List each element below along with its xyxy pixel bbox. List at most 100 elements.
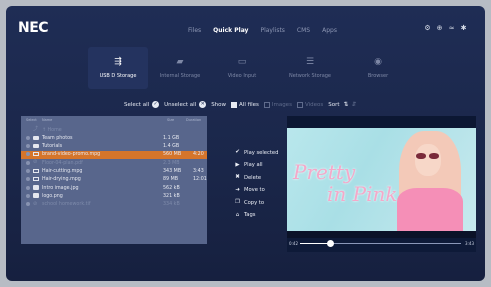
- sort-label: Sort: [328, 101, 340, 108]
- source-label: Internal Storage: [159, 73, 201, 79]
- unselect-all-label: Unselect all: [164, 101, 197, 108]
- globe-icon[interactable]: ⊕: [436, 25, 443, 32]
- file-size: 2.3 MB: [163, 160, 180, 166]
- column-select: Select: [26, 118, 37, 122]
- action-label: Delete: [244, 174, 262, 181]
- row-select-radio: [26, 160, 30, 165]
- sort-size-icon[interactable]: ⇵: [352, 101, 357, 108]
- row-select-radio[interactable]: [26, 185, 30, 190]
- scrubber-fill: [300, 242, 331, 244]
- folder-icon: ▰: [176, 57, 184, 67]
- media-preview: Pretty in Pink 0:42 3:43: [287, 116, 476, 252]
- scrubber-handle[interactable]: [327, 239, 335, 247]
- filter-images[interactable]: Images: [263, 101, 292, 108]
- row-select-radio[interactable]: [26, 152, 30, 157]
- browser-icon: ◉: [374, 57, 382, 67]
- file-size: 321 kB: [163, 193, 180, 199]
- delete-icon: ✖: [235, 174, 240, 180]
- file-row: ⊘ Floor-04-plan.pdf 2.3 MB: [21, 159, 207, 167]
- file-name: Tutorials: [42, 144, 63, 150]
- source-video-input[interactable]: ▭ Video Input: [212, 47, 272, 89]
- row-select-radio[interactable]: [26, 177, 30, 182]
- system-icons: ⚙ ⊕ ≈ ✱: [424, 25, 467, 32]
- filter-videos[interactable]: Videos: [296, 101, 323, 108]
- file-row[interactable]: Tutorials 1.4 GB: [21, 143, 207, 151]
- file-duration: 12:01: [193, 177, 207, 183]
- file-table-header: Select Name Size Duration: [21, 116, 207, 124]
- show-label: Show: [211, 102, 226, 108]
- tab-apps[interactable]: Apps: [316, 26, 343, 35]
- file-row[interactable]: brand-video-promo.mpg 560 MB 4:20: [21, 150, 207, 159]
- file-row[interactable]: logo.png 321 kB: [21, 192, 207, 200]
- images-label: Images: [271, 101, 292, 108]
- file-row[interactable]: Team photos 1.1 GB: [21, 134, 207, 142]
- check-circle-icon: ✔: [235, 149, 240, 155]
- play-icon: ▶: [235, 161, 240, 168]
- column-duration: Duration: [186, 118, 202, 122]
- source-label: USB D Storage: [99, 73, 137, 79]
- file-size: 560 MB: [163, 152, 182, 158]
- file-row: ⊘ school homework.tif 334 kB: [21, 201, 207, 209]
- playback-scrubber: 0:42 3:43: [287, 238, 476, 252]
- up-folder-icon: ⤴: [33, 126, 39, 132]
- file-name: school homework.tif: [42, 202, 91, 208]
- tab-playlists[interactable]: Playlists: [254, 26, 290, 35]
- file-size: 562 kB: [163, 185, 180, 191]
- file-name: Team photos: [42, 135, 73, 141]
- row-select-radio[interactable]: [26, 144, 30, 149]
- sort-control[interactable]: Sort ⇅ ⇵: [328, 101, 356, 108]
- select-all-button[interactable]: Select all ✓: [124, 101, 160, 108]
- file-name: Hair-drying.mpg: [42, 177, 81, 183]
- wifi-icon[interactable]: ≈: [448, 25, 455, 32]
- model-face: [415, 144, 441, 176]
- file-row[interactable]: Hair-drying.mpg 89 MB 12:01: [21, 176, 207, 184]
- action-label: Tags: [244, 212, 256, 218]
- move-icon: ➜: [235, 186, 240, 193]
- scrubber-track[interactable]: [300, 239, 461, 247]
- monitor-icon: ▭: [237, 57, 247, 67]
- total-time: 3:43: [465, 241, 474, 246]
- action-label: Play selected: [244, 149, 279, 156]
- folder-icon: [33, 135, 40, 140]
- preview-thumbnail[interactable]: Pretty in Pink: [287, 128, 476, 231]
- sort-az-icon[interactable]: ⇅: [344, 101, 349, 108]
- app-screen: NEC Files Quick Play Playlists CMS Apps …: [6, 6, 485, 281]
- source-network-storage[interactable]: ☰ Network Storage: [274, 47, 346, 89]
- all-files-label: All files: [239, 101, 259, 108]
- close-icon: ✕: [199, 101, 207, 108]
- file-name: logo.png: [42, 193, 63, 199]
- unselect-all-button[interactable]: Unselect all ✕: [164, 101, 207, 108]
- source-internal-storage[interactable]: ▰ Internal Storage: [150, 47, 210, 89]
- file-duration: 3:43: [193, 169, 204, 174]
- tab-quick-play[interactable]: Quick Play: [207, 26, 254, 35]
- source-usb-storage[interactable]: ⇶ USB D Storage: [88, 47, 148, 89]
- filter-all-files[interactable]: All files: [231, 101, 259, 108]
- settings-icon[interactable]: ⚙: [424, 25, 431, 32]
- blocked-icon: ⊘: [33, 159, 38, 166]
- file-row[interactable]: Hair-cutting.mpg 343 MB 3:43: [21, 168, 207, 176]
- row-select-radio[interactable]: [26, 193, 30, 198]
- video-icon: [33, 151, 40, 157]
- blocked-icon: ⊘: [33, 200, 38, 207]
- column-size: Size: [167, 118, 175, 122]
- usb-icon: ⇶: [114, 57, 122, 67]
- source-browser[interactable]: ◉ Browser: [348, 47, 408, 89]
- file-size: 89 MB: [163, 177, 179, 183]
- tab-cms[interactable]: CMS: [291, 26, 316, 35]
- file-list-panel: Select Name Size Duration ⤴ ↑ Home Team ph…: [21, 116, 207, 244]
- check-icon: ✓: [152, 101, 160, 108]
- top-bar: NEC Files Quick Play Playlists CMS Apps …: [6, 6, 485, 40]
- source-selector: ⇶ USB D Storage ▰ Internal Storage ▭ Vid…: [88, 47, 410, 89]
- file-size: 334 kB: [163, 202, 180, 208]
- source-label: Video Input: [227, 73, 257, 79]
- file-row[interactable]: Intro image.jpg 562 kB: [21, 184, 207, 192]
- preview-letterbox: [287, 231, 476, 238]
- copy-icon: ❐: [235, 199, 240, 205]
- sunglasses-icon: [416, 153, 440, 159]
- row-select-radio[interactable]: [26, 169, 30, 173]
- file-toolbar: Select all ✓ Unselect all ✕ Show All fil…: [124, 101, 362, 108]
- show-text: Show: [211, 101, 227, 108]
- tab-files[interactable]: Files: [182, 26, 207, 35]
- row-select-radio[interactable]: [26, 135, 30, 140]
- gear-icon[interactable]: ✱: [460, 25, 467, 32]
